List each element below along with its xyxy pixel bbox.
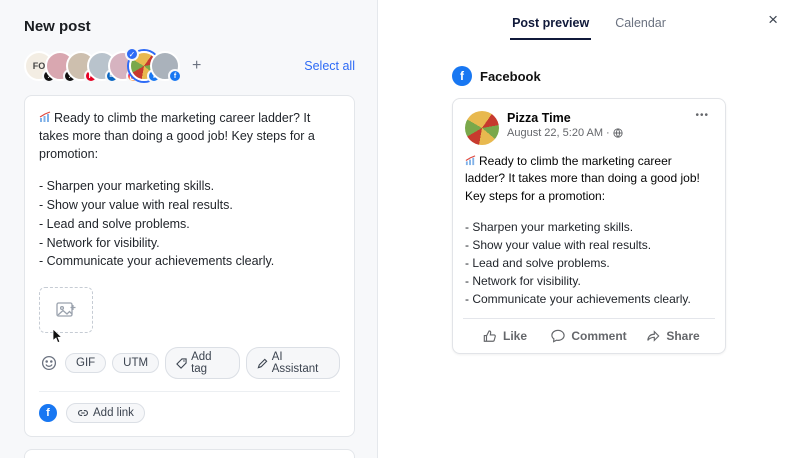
composer-text[interactable]: Ready to climb the marketing career ladd… bbox=[39, 109, 340, 271]
select-all-link[interactable]: Select all bbox=[304, 59, 355, 73]
ai-assistant-button[interactable]: AI Assistant bbox=[245, 347, 340, 380]
composer-card: Ready to climb the marketing career ladd… bbox=[24, 95, 355, 438]
tag-icon bbox=[176, 357, 187, 369]
network-row: f Facebook bbox=[452, 66, 726, 86]
like-icon bbox=[483, 329, 497, 343]
tab-publish-regularly[interactable]: Publish regularly bbox=[172, 450, 257, 458]
composer-paragraph: Ready to climb the marketing career ladd… bbox=[39, 111, 315, 162]
tab-save-as-draft[interactable]: Save as draft bbox=[272, 450, 340, 458]
preview-paragraph: Ready to climb the marketing career ladd… bbox=[465, 154, 700, 203]
preview-content: f Facebook Pizza Time August 22, 5:20 AM… bbox=[452, 66, 726, 355]
add-account-button[interactable]: + bbox=[188, 56, 205, 76]
composer-list: - Sharpen your marketing skills. - Show … bbox=[39, 179, 275, 269]
account-row: FO♪♪Pinf✓f+ Select all bbox=[24, 47, 355, 83]
add-link-row: f Add link bbox=[39, 391, 340, 436]
like-button[interactable]: Like bbox=[463, 322, 547, 350]
pen-icon bbox=[257, 358, 268, 369]
close-icon[interactable]: × bbox=[762, 10, 784, 29]
post-actions: Like Comment Share bbox=[463, 318, 715, 353]
schedule-tabs: Post now Schedule Publish regularly Save… bbox=[39, 450, 340, 458]
facebook-badge-icon: f bbox=[168, 69, 182, 83]
comment-button[interactable]: Comment bbox=[547, 322, 631, 350]
tab-post-now[interactable]: Post now bbox=[39, 450, 86, 458]
gif-button[interactable]: GIF bbox=[65, 353, 107, 374]
post-body: Ready to climb the marketing career ladd… bbox=[453, 153, 725, 318]
preview-panel: × Post preview Calendar f Facebook Pizza… bbox=[378, 0, 800, 458]
avatar-initials: FO bbox=[32, 61, 46, 71]
image-upload-icon bbox=[56, 301, 76, 319]
post-header: Pizza Time August 22, 5:20 AM · ••• bbox=[453, 99, 725, 153]
composer-toolbar: GIF UTM Add tag AI Assistant bbox=[39, 347, 340, 391]
comment-icon bbox=[551, 329, 566, 343]
composer-panel: New post FO♪♪Pinf✓f+ Select all Ready to… bbox=[0, 0, 378, 458]
tab-calendar[interactable]: Calendar bbox=[613, 12, 668, 40]
facebook-post-preview-card: Pizza Time August 22, 5:20 AM · ••• Read… bbox=[452, 98, 726, 355]
share-icon bbox=[646, 329, 660, 343]
tab-schedule[interactable]: Schedule bbox=[102, 450, 155, 458]
media-upload-placeholder[interactable] bbox=[39, 287, 93, 344]
page-title: New post bbox=[24, 18, 91, 35]
account-avatar-facebook-2[interactable]: f bbox=[150, 51, 182, 83]
mouse-cursor bbox=[52, 329, 63, 344]
selected-check-icon: ✓ bbox=[125, 47, 139, 61]
preview-list: - Sharpen your marketing skills. - Show … bbox=[465, 220, 691, 307]
chart-increasing-emoji bbox=[39, 111, 51, 123]
page-name: Pizza Time bbox=[507, 111, 571, 125]
utm-button[interactable]: UTM bbox=[112, 353, 160, 374]
facebook-icon: f bbox=[452, 66, 472, 86]
emoji-picker-button[interactable] bbox=[39, 355, 59, 371]
tab-post-preview[interactable]: Post preview bbox=[510, 12, 591, 40]
post-options-icon[interactable]: ••• bbox=[689, 109, 715, 122]
link-icon bbox=[77, 407, 89, 419]
chart-increasing-emoji bbox=[465, 155, 476, 166]
network-label: Facebook bbox=[480, 68, 541, 84]
share-button[interactable]: Share bbox=[631, 322, 715, 350]
post-timestamp: August 22, 5:20 AM · bbox=[507, 127, 623, 139]
schedule-card: Post now Schedule Publish regularly Save… bbox=[24, 449, 355, 458]
facebook-icon: f bbox=[39, 404, 57, 423]
globe-icon bbox=[613, 128, 623, 138]
page-avatar bbox=[465, 111, 499, 145]
add-tag-button[interactable]: Add tag bbox=[165, 347, 240, 380]
preview-tabs: Post preview Calendar bbox=[378, 12, 800, 40]
add-link-button[interactable]: Add link bbox=[66, 403, 145, 424]
